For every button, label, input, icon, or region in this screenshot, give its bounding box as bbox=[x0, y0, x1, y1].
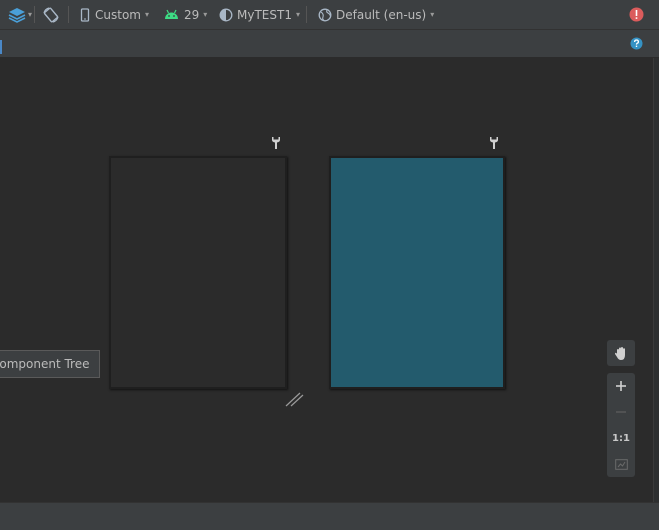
zoom-out-button[interactable] bbox=[607, 399, 635, 425]
zoom-to-actual-size-button[interactable]: 1:1 bbox=[607, 425, 635, 451]
pan-button[interactable] bbox=[607, 340, 635, 366]
rotate-device-icon bbox=[43, 6, 59, 23]
chevron-down-icon: ▾ bbox=[28, 10, 33, 19]
layout-options-bar bbox=[0, 30, 659, 58]
plus-icon bbox=[616, 381, 626, 391]
chevron-down-icon: ▾ bbox=[295, 10, 300, 19]
theme-label: MyTEST1 bbox=[237, 7, 292, 22]
phone-icon bbox=[80, 7, 90, 22]
vertical-scrollbar[interactable] bbox=[653, 58, 659, 502]
zoom-to-fit-button[interactable] bbox=[607, 451, 635, 477]
design-screen[interactable] bbox=[329, 156, 505, 389]
toolbar-separator bbox=[306, 6, 307, 23]
component-tree-label: Component Tree bbox=[0, 357, 90, 371]
globe-icon bbox=[318, 8, 332, 21]
layers-icon bbox=[8, 7, 26, 23]
api-level-label: 29 bbox=[184, 7, 200, 22]
theme-selector[interactable]: MyTEST1 ▾ bbox=[219, 0, 300, 29]
android-icon bbox=[165, 9, 178, 19]
locale-label: Default (en-us) bbox=[336, 7, 427, 22]
api-level-selector[interactable]: 29 ▾ bbox=[164, 0, 207, 29]
hand-icon bbox=[614, 346, 625, 360]
blueprint-screen[interactable] bbox=[109, 156, 287, 389]
status-bar bbox=[0, 502, 659, 530]
device-selector[interactable]: Custom ▾ bbox=[80, 0, 149, 29]
chevron-down-icon: ▾ bbox=[203, 10, 208, 19]
help-icon[interactable] bbox=[630, 37, 643, 50]
design-canvas[interactable] bbox=[0, 58, 653, 502]
resize-handle-icon[interactable] bbox=[285, 391, 305, 407]
layout-editor-toolbar: ▾ Custom ▾ 29 ▾ MyTEST1 ▾ Default (en-us… bbox=[0, 0, 659, 30]
minus-icon bbox=[616, 411, 626, 413]
panel-edge-indicator bbox=[0, 40, 2, 54]
toolbar-separator bbox=[34, 6, 35, 23]
zoom-controls: 1:1 bbox=[607, 340, 635, 477]
orientation-button[interactable] bbox=[42, 0, 60, 29]
device-label: Custom bbox=[95, 7, 141, 22]
zoom-fit-icon bbox=[614, 458, 628, 470]
zoom-one-to-one-label: 1:1 bbox=[612, 432, 630, 444]
render-error-button[interactable] bbox=[629, 0, 644, 29]
wrench-icon[interactable] bbox=[488, 136, 500, 150]
locale-selector[interactable]: Default (en-us) ▾ bbox=[318, 0, 434, 29]
theme-icon bbox=[219, 8, 233, 21]
component-tree-tab[interactable]: Component Tree bbox=[0, 350, 100, 378]
design-surface-toggle[interactable]: ▾ bbox=[8, 0, 32, 29]
error-icon bbox=[629, 7, 644, 22]
toolbar-separator bbox=[68, 6, 69, 23]
chevron-down-icon: ▾ bbox=[144, 10, 149, 19]
wrench-icon[interactable] bbox=[270, 136, 282, 150]
zoom-in-button[interactable] bbox=[607, 373, 635, 399]
chevron-down-icon: ▾ bbox=[430, 10, 435, 19]
